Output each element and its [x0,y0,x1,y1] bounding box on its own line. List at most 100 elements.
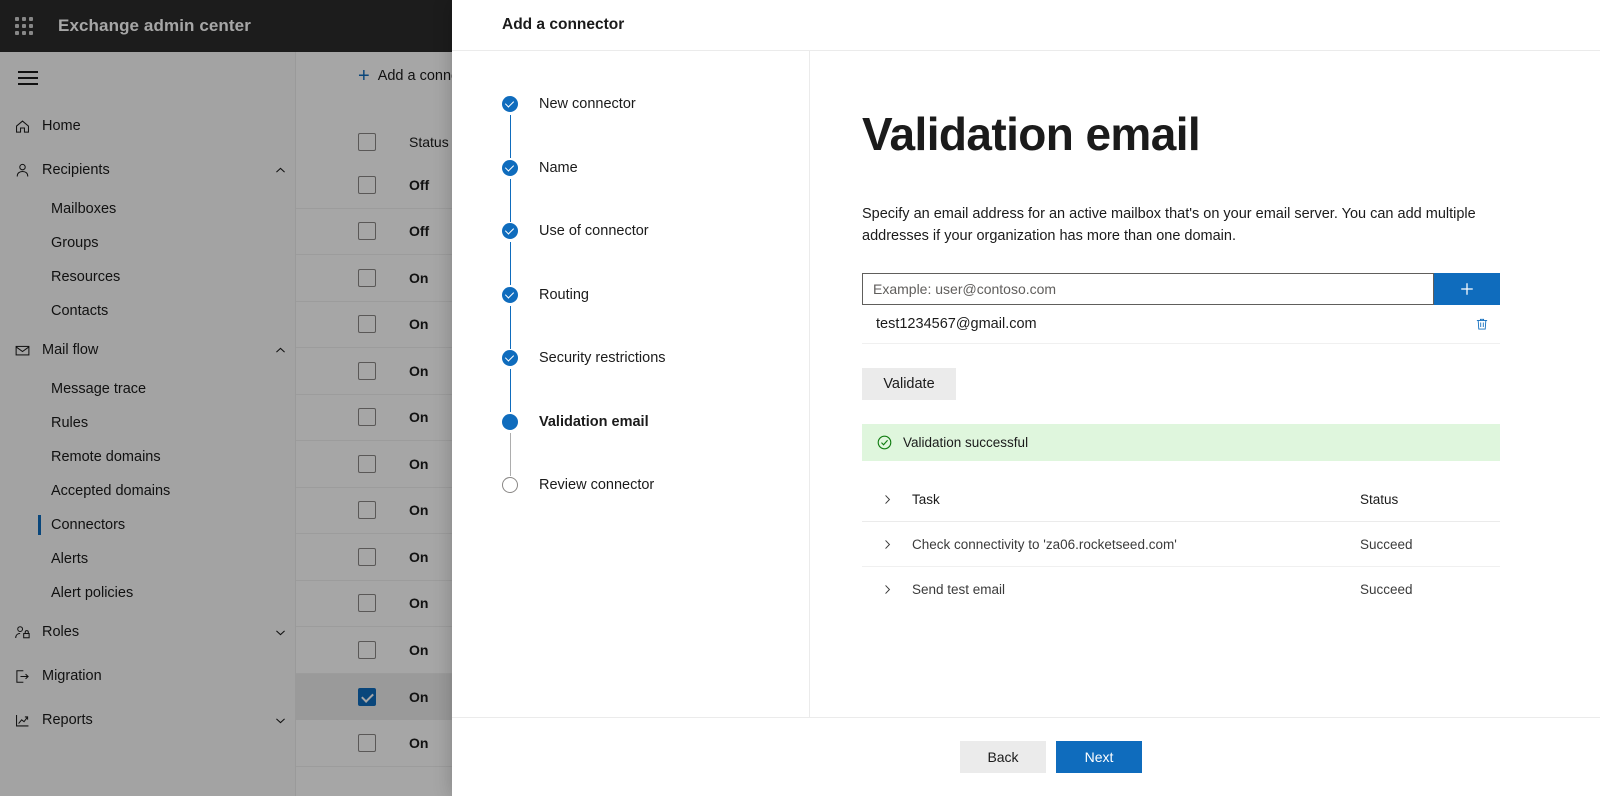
sidebar-item-label: Accepted domains [51,483,171,499]
step-connector-line [509,305,511,349]
wizard-step-review-connector[interactable]: Review connector [502,474,809,504]
step-complete-icon [502,96,518,112]
chevron-down-icon[interactable] [265,714,295,727]
task-name: Send test email [912,582,1006,597]
sidebar: Home Recipients Mailboxes Groups Resourc… [0,52,296,796]
wizard-step-security-restrictions[interactable]: Security restrictions [502,347,809,412]
row-checkbox[interactable] [358,454,376,473]
migration-icon [14,668,42,685]
table-row[interactable]: Check connectivity to 'za06.rocketseed.c… [862,522,1500,567]
row-checkbox[interactable] [358,408,376,427]
wizard-step-rail: New connector Name Use of connector Rout… [452,51,810,717]
wizard-step-validation-email[interactable]: Validation email [502,411,809,476]
column-header-status[interactable]: Status [409,134,449,150]
chevron-right-icon[interactable] [862,583,912,596]
add-connector-panel: Add a connector New connector Name Use o… [452,0,1600,796]
chevron-up-icon[interactable] [265,344,295,357]
waffle-icon[interactable] [0,0,48,52]
chevron-down-icon[interactable] [265,626,295,639]
validation-email-input[interactable] [862,273,1434,305]
row-checkbox[interactable] [358,687,376,706]
email-entry-row [862,273,1500,305]
sidebar-item-accepted-domains[interactable]: Accepted domains [0,474,295,508]
email-address-value: test1234567@gmail.com [876,316,1037,332]
sidebar-item-migration[interactable]: Migration [0,654,295,698]
chevron-up-icon[interactable] [265,164,295,177]
row-checkbox[interactable] [358,733,376,752]
sidebar-item-label: Migration [42,668,102,684]
panel-body: New connector Name Use of connector Rout… [452,51,1600,717]
wizard-step-name[interactable]: Name [502,157,809,222]
sidebar-item-mail-flow[interactable]: Mail flow [0,328,295,372]
row-checkbox[interactable] [358,175,376,194]
task-status: Succeed [1360,536,1413,552]
wizard-step-use-of-connector[interactable]: Use of connector [502,220,809,285]
column-header-task: Task [912,491,940,507]
step-label: New connector [539,96,636,112]
sidebar-item-message-trace[interactable]: Message trace [0,372,295,406]
row-checkbox[interactable] [358,640,376,659]
sidebar-item-mailboxes[interactable]: Mailboxes [0,192,295,226]
row-checkbox[interactable] [358,547,376,566]
row-checkbox[interactable] [358,222,376,241]
row-checkbox[interactable] [358,594,376,613]
sidebar-item-recipients[interactable]: Recipients [0,148,295,192]
sidebar-item-label: Resources [51,269,121,285]
sidebar-item-remote-domains[interactable]: Remote domains [0,440,295,474]
app-title: Exchange admin center [58,16,251,35]
trash-icon[interactable] [1468,310,1496,338]
validate-button[interactable]: Validate [862,368,956,400]
chevron-right-icon[interactable] [862,538,912,551]
row-checkbox[interactable] [358,501,376,520]
sidebar-item-alert-policies[interactable]: Alert policies [0,576,295,610]
check-circle-icon [876,434,893,451]
chevron-right-icon[interactable] [862,493,912,506]
sidebar-item-label: Alerts [51,551,89,567]
sidebar-item-groups[interactable]: Groups [0,226,295,260]
table-header-row: Task Status [862,477,1500,522]
step-pending-icon [502,477,518,493]
sidebar-item-reports[interactable]: Reports [0,698,295,742]
row-checkbox[interactable] [358,268,376,287]
row-status: On [409,595,429,612]
wizard-step-routing[interactable]: Routing [502,284,809,349]
step-complete-icon [502,159,518,176]
hamburger-icon[interactable] [0,52,56,104]
row-status: On [409,455,429,472]
step-label: Security restrictions [539,350,666,366]
row-status: On [409,688,429,705]
task-status: Succeed [1360,582,1413,597]
person-icon [14,162,42,179]
sidebar-item-contacts[interactable]: Contacts [0,294,295,328]
add-email-button[interactable] [1434,273,1500,305]
table-row[interactable]: Send test email Succeed [862,567,1500,612]
row-checkbox[interactable] [358,361,376,380]
sidebar-item-label: Connectors [51,517,126,533]
row-checkbox[interactable] [358,315,376,334]
next-button[interactable]: Next [1056,741,1142,773]
sidebar-item-label: Groups [51,235,99,251]
sidebar-item-connectors[interactable]: Connectors [0,508,295,542]
step-connector-line [509,178,511,222]
step-label: Name [539,159,578,176]
select-all-checkbox[interactable] [358,133,376,151]
step-current-icon [502,413,518,430]
sidebar-item-label: Home [42,118,81,134]
sidebar-item-roles[interactable]: Roles [0,610,295,654]
step-connector-line [509,242,511,285]
sidebar-item-rules[interactable]: Rules [0,406,295,440]
step-complete-icon [502,350,518,366]
back-button[interactable]: Back [960,741,1046,773]
sidebar-item-alerts[interactable]: Alerts [0,542,295,576]
validation-status-text: Validation successful [903,435,1029,450]
row-status: Off [409,176,430,193]
home-icon [14,118,42,135]
wizard-step-new-connector[interactable]: New connector [502,93,809,158]
sidebar-item-resources[interactable]: Resources [0,260,295,294]
sidebar-item-home[interactable]: Home [0,104,295,148]
validation-task-table: Task Status Check connectivity to 'za06.… [862,477,1500,612]
step-connector-line [509,115,511,158]
row-status: On [409,734,429,751]
sidebar-item-label: Mailboxes [51,201,117,217]
sidebar-item-label: Rules [51,415,89,431]
